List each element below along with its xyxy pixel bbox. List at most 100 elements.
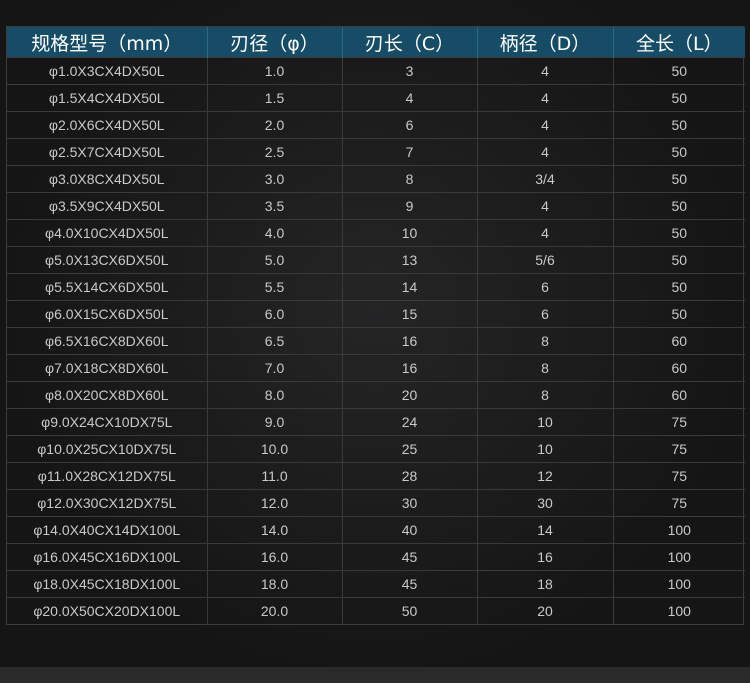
cell-model: φ16.0X45CX16DX100L: [7, 543, 208, 571]
cell-blade-length: 16: [342, 327, 478, 355]
cell-shank-diameter: 8: [477, 327, 614, 355]
cell-overall-length: 100: [613, 570, 745, 598]
cell-blade-length: 28: [342, 462, 478, 490]
cell-blade-diameter: 6.0: [207, 300, 343, 328]
table-row: φ3.0X8CX4DX50L 3.0 8 3/4 50: [7, 165, 745, 193]
cell-shank-diameter: 4: [477, 192, 614, 220]
cell-model: φ9.0X24CX10DX75L: [7, 408, 208, 436]
cell-shank-diameter: 12: [477, 462, 614, 490]
table-body: φ1.0X3CX4DX50L 1.0 3 4 50 φ1.5X4CX4DX50L 1.5 4 4…: [7, 57, 745, 624]
cell-blade-diameter: 7.0: [207, 354, 343, 382]
cell-blade-length: 4: [342, 84, 478, 112]
cell-blade-length: 3: [342, 57, 478, 85]
cell-blade-diameter: 2.0: [207, 111, 343, 139]
cell-blade-diameter: 11.0: [207, 462, 343, 490]
cell-blade-length: 45: [342, 543, 478, 571]
cell-blade-length: 45: [342, 570, 478, 598]
cell-blade-diameter: 10.0: [207, 435, 343, 463]
table-row: φ12.0X30CX12DX75L 12.0 30 30 75: [7, 489, 745, 517]
cell-model: φ8.0X20CX8DX60L: [7, 381, 208, 409]
cell-model: φ18.0X45CX18DX100L: [7, 570, 208, 598]
cell-blade-diameter: 8.0: [207, 381, 343, 409]
table-row: φ5.5X14CX6DX50L 5.5 14 6 50: [7, 273, 745, 301]
cell-model: φ12.0X30CX12DX75L: [7, 489, 208, 517]
cell-shank-diameter: 30: [477, 489, 614, 517]
cell-blade-diameter: 9.0: [207, 408, 343, 436]
cell-overall-length: 60: [613, 381, 745, 409]
cell-model: φ10.0X25CX10DX75L: [7, 435, 208, 463]
cell-blade-length: 50: [342, 597, 478, 624]
cell-blade-diameter: 1.5: [207, 84, 343, 112]
cell-blade-diameter: 14.0: [207, 516, 343, 544]
cell-overall-length: 50: [613, 246, 745, 274]
cell-shank-diameter: 5/6: [477, 246, 614, 274]
cell-blade-length: 30: [342, 489, 478, 517]
table-row: φ10.0X25CX10DX75L 10.0 25 10 75: [7, 435, 745, 463]
cell-model: φ11.0X28CX12DX75L: [7, 462, 208, 490]
cell-overall-length: 100: [613, 543, 745, 571]
cell-overall-length: 50: [613, 57, 745, 85]
cell-blade-diameter: 5.5: [207, 273, 343, 301]
cell-blade-length: 15: [342, 300, 478, 328]
table-row: φ20.0X50CX20DX100L 20.0 50 20 100: [7, 597, 745, 624]
cell-overall-length: 50: [613, 84, 745, 112]
cell-overall-length: 75: [613, 435, 745, 463]
cell-blade-diameter: 1.0: [207, 57, 343, 85]
cell-model: φ3.0X8CX4DX50L: [7, 165, 208, 193]
table-header: 规格型号（mm） 刃径（φ） 刃长（C） 柄径（D） 全长（L）: [7, 27, 745, 58]
cell-blade-diameter: 3.5: [207, 192, 343, 220]
cell-shank-diameter: 6: [477, 300, 614, 328]
cell-blade-length: 8: [342, 165, 478, 193]
cell-model: φ1.5X4CX4DX50L: [7, 84, 208, 112]
cell-shank-diameter: 4: [477, 57, 614, 85]
cell-model: φ2.5X7CX4DX50L: [7, 138, 208, 166]
cell-shank-diameter: 4: [477, 219, 614, 247]
cell-model: φ20.0X50CX20DX100L: [7, 597, 208, 624]
cell-model: φ7.0X18CX8DX60L: [7, 354, 208, 382]
header-blade-length: 刃长（C）: [342, 27, 478, 58]
table-row: φ9.0X24CX10DX75L 9.0 24 10 75: [7, 408, 745, 436]
cell-blade-length: 9: [342, 192, 478, 220]
header-model: 规格型号（mm）: [7, 27, 208, 58]
cell-blade-length: 14: [342, 273, 478, 301]
cell-model: φ1.0X3CX4DX50L: [7, 57, 208, 85]
spec-table-container: 规格型号（mm） 刃径（φ） 刃长（C） 柄径（D） 全长（L） φ1.0X3C…: [6, 26, 745, 625]
cell-shank-diameter: 3/4: [477, 165, 614, 193]
spec-table: 规格型号（mm） 刃径（φ） 刃长（C） 柄径（D） 全长（L） φ1.0X3C…: [7, 27, 745, 624]
cell-overall-length: 60: [613, 354, 745, 382]
cell-overall-length: 60: [613, 327, 745, 355]
cell-model: φ3.5X9CX4DX50L: [7, 192, 208, 220]
cell-overall-length: 75: [613, 408, 745, 436]
table-row: φ14.0X40CX14DX100L 14.0 40 14 100: [7, 516, 745, 544]
table-row: φ11.0X28CX12DX75L 11.0 28 12 75: [7, 462, 745, 490]
table-row: φ4.0X10CX4DX50L 4.0 10 4 50: [7, 219, 745, 247]
cell-shank-diameter: 8: [477, 381, 614, 409]
header-shank-diameter: 柄径（D）: [477, 27, 614, 58]
table-row: φ2.0X6CX4DX50L 2.0 6 4 50: [7, 111, 745, 139]
cell-overall-length: 50: [613, 111, 745, 139]
table-row: φ2.5X7CX4DX50L 2.5 7 4 50: [7, 138, 745, 166]
header-overall-length: 全长（L）: [613, 27, 745, 58]
cell-model: φ2.0X6CX4DX50L: [7, 111, 208, 139]
cell-overall-length: 100: [613, 516, 745, 544]
cell-shank-diameter: 20: [477, 597, 614, 624]
cell-shank-diameter: 4: [477, 138, 614, 166]
cell-shank-diameter: 6: [477, 273, 614, 301]
cell-shank-diameter: 16: [477, 543, 614, 571]
cell-overall-length: 50: [613, 192, 745, 220]
cell-model: φ14.0X40CX14DX100L: [7, 516, 208, 544]
cell-overall-length: 50: [613, 219, 745, 247]
cell-shank-diameter: 14: [477, 516, 614, 544]
cell-overall-length: 50: [613, 273, 745, 301]
cell-blade-length: 13: [342, 246, 478, 274]
table-row: φ1.5X4CX4DX50L 1.5 4 4 50: [7, 84, 745, 112]
cell-model: φ5.5X14CX6DX50L: [7, 273, 208, 301]
cell-overall-length: 50: [613, 300, 745, 328]
cell-overall-length: 50: [613, 165, 745, 193]
cell-blade-diameter: 18.0: [207, 570, 343, 598]
table-row: φ7.0X18CX8DX60L 7.0 16 8 60: [7, 354, 745, 382]
cell-shank-diameter: 10: [477, 408, 614, 436]
cell-blade-length: 25: [342, 435, 478, 463]
cell-blade-diameter: 3.0: [207, 165, 343, 193]
cell-blade-length: 20: [342, 381, 478, 409]
